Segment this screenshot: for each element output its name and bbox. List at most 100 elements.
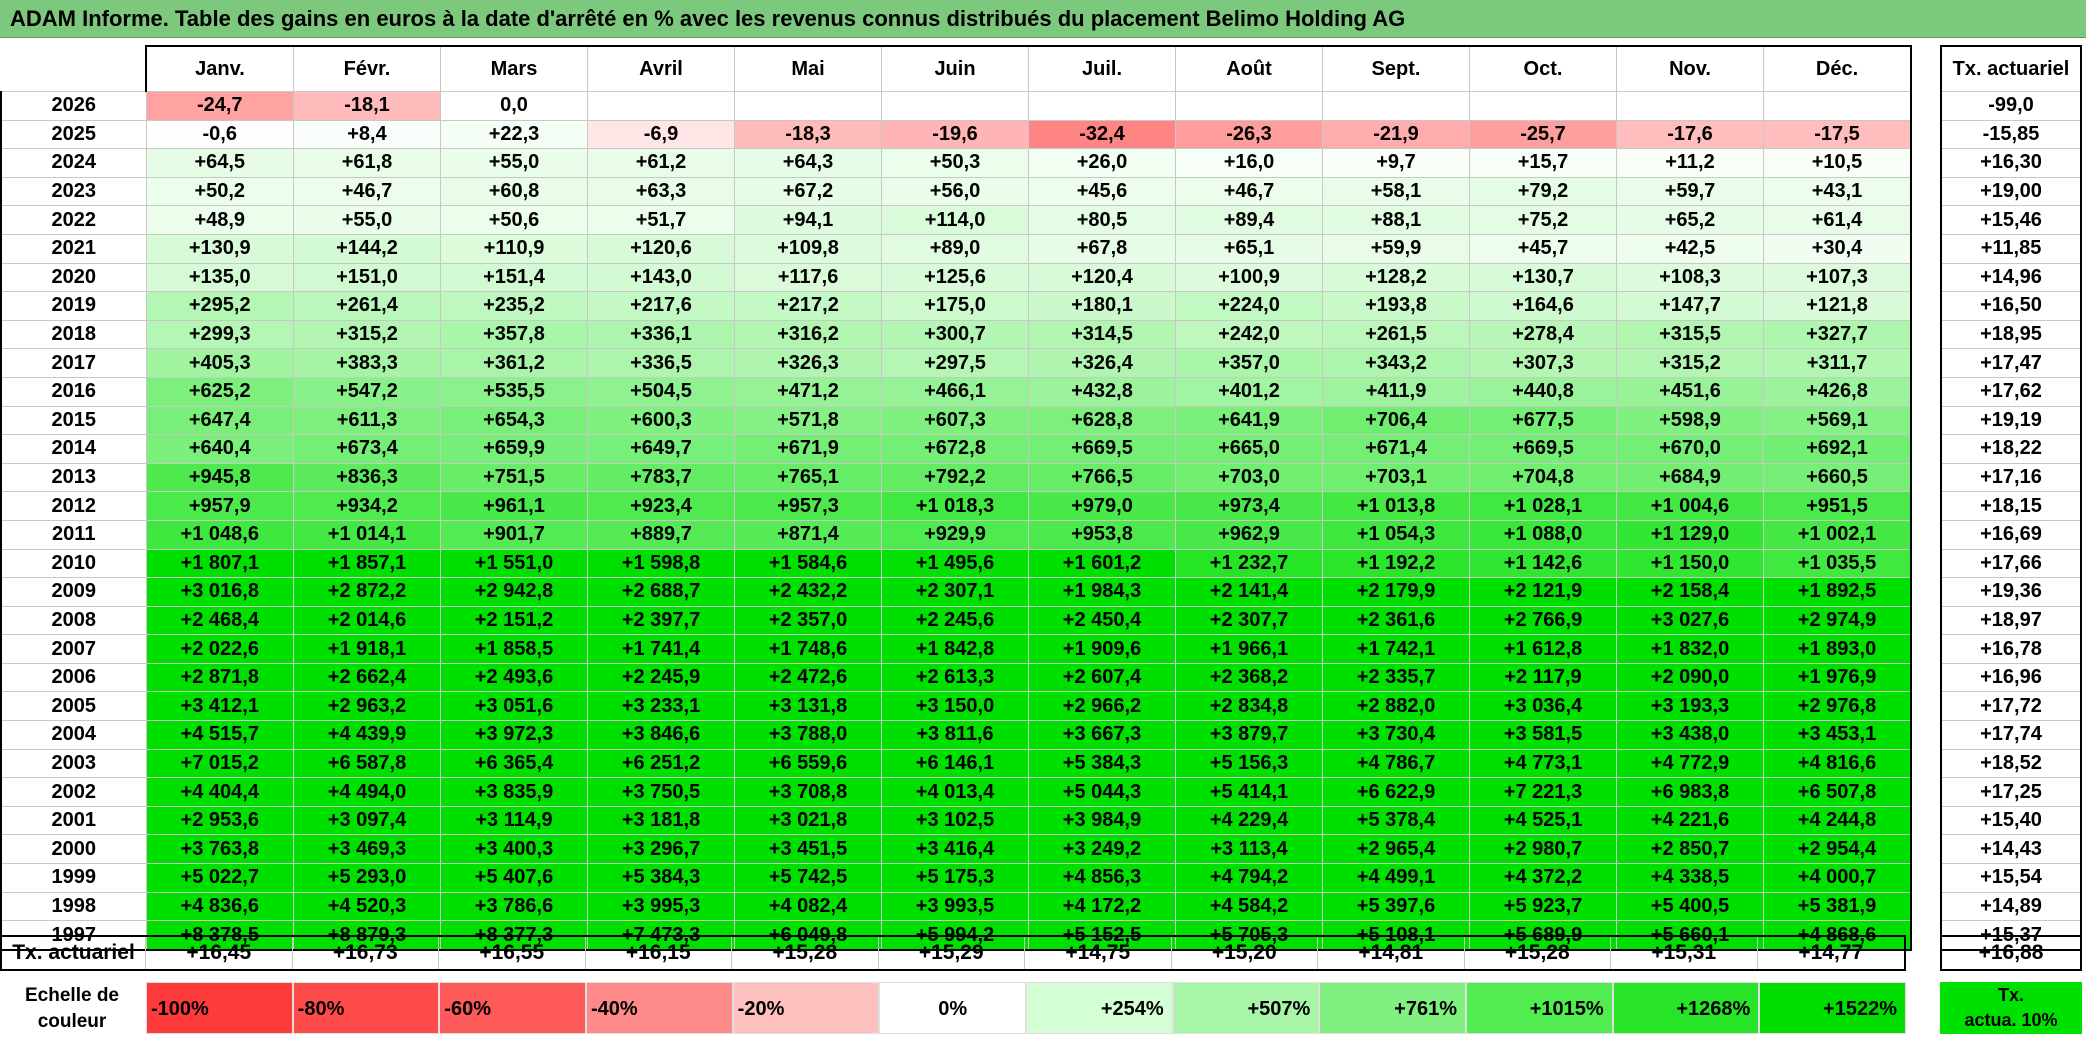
- color-scale-actu-line2: actua. 10%: [1964, 1010, 2058, 1030]
- summary-value: +14,75: [1025, 937, 1172, 969]
- gain-cell: +1 966,1: [1175, 634, 1323, 664]
- gain-cell: +1 598,8: [587, 548, 735, 579]
- gain-cell: [734, 91, 882, 121]
- actu-row: +18,95: [1940, 319, 2082, 350]
- actu-row: +17,72: [1940, 691, 2082, 722]
- gain-cell: +4 439,9: [293, 720, 441, 750]
- table-row: 2021 +130,9 +144,2 +110,9 +120,6 +109,8 +89,0 +…: [0, 233, 1912, 264]
- gain-cell: +295,2: [145, 291, 294, 321]
- gain-cell: +611,3: [293, 405, 441, 436]
- gain-cell: +357,8: [440, 319, 588, 350]
- gain-cell: +6 146,1: [881, 748, 1029, 779]
- actu-cell: +16,78: [1940, 634, 2082, 664]
- gain-cell: +2 022,6: [145, 634, 294, 664]
- year-label: 2022: [0, 205, 147, 235]
- gain-cell: +55,0: [293, 205, 441, 235]
- actu-row: +17,25: [1940, 777, 2082, 807]
- actu-row: +16,96: [1940, 662, 2082, 693]
- month-header: Avril: [587, 45, 735, 92]
- gain-cell: +22,3: [440, 119, 588, 150]
- gain-cell: +4 525,1: [1469, 805, 1617, 836]
- gain-cell: +2 307,1: [881, 577, 1029, 607]
- title-bar: ADAM Informe. Table des gains en euros à…: [0, 0, 2086, 38]
- actu-cell: +18,95: [1940, 319, 2082, 350]
- gain-cell: +3 233,1: [587, 691, 735, 722]
- gain-cell: +2 368,2: [1175, 662, 1323, 693]
- gain-cell: +125,6: [881, 262, 1029, 293]
- gain-cell: +278,4: [1469, 319, 1617, 350]
- gain-cell: +80,5: [1028, 205, 1176, 235]
- gain-cell: +6 251,2: [587, 748, 735, 779]
- actu-cell: +14,89: [1940, 891, 2082, 922]
- gain-cell: +297,5: [881, 348, 1029, 378]
- gain-cell: +46,7: [293, 176, 441, 207]
- gain-cell: +89,0: [881, 233, 1029, 264]
- gain-cell: +5 400,5: [1616, 891, 1764, 922]
- gain-cell: -6,9: [587, 119, 735, 150]
- gain-cell: +792,2: [881, 462, 1029, 493]
- gain-cell: +361,2: [440, 348, 588, 378]
- actu-cell: -99,0: [1940, 91, 2082, 121]
- actu-header: Tx. actuariel: [1940, 45, 2082, 92]
- color-scale-actu: Tx. actua. 10%: [1940, 982, 2082, 1034]
- gains-table: Janv. Févr. Mars Avril Mai Juin Juil. Août Sept.…: [0, 45, 1912, 951]
- color-scale-step: -60%: [439, 982, 586, 1034]
- gain-cell: +45,6: [1028, 176, 1176, 207]
- gain-cell: +2 966,2: [1028, 691, 1176, 722]
- gain-cell: +647,4: [145, 405, 294, 436]
- gain-cell: +3 667,3: [1028, 720, 1176, 750]
- gain-cell: +4 584,2: [1175, 891, 1323, 922]
- table-row: 2018 +299,3 +315,2 +357,8 +336,1 +316,2 +300,7…: [0, 319, 1912, 350]
- gain-cell: +3 469,3: [293, 834, 441, 865]
- gain-cell: +2 882,0: [1322, 691, 1470, 722]
- gain-cell: +110,9: [440, 233, 588, 264]
- gain-cell: +2 361,6: [1322, 605, 1470, 636]
- month-header: Juin: [881, 45, 1029, 92]
- gain-cell: +1 013,8: [1322, 491, 1470, 521]
- gain-cell: +2 158,4: [1616, 577, 1764, 607]
- gain-cell: +50,6: [440, 205, 588, 235]
- gain-cell: +2 397,7: [587, 605, 735, 636]
- gain-cell: +706,4: [1322, 405, 1470, 436]
- gain-cell: +65,2: [1616, 205, 1764, 235]
- gain-cell: +2 871,8: [145, 662, 294, 693]
- gain-cell: +3 021,8: [734, 805, 882, 836]
- gain-cell: +1 748,6: [734, 634, 882, 664]
- gain-cell: +164,6: [1469, 291, 1617, 321]
- gain-cell: +117,6: [734, 262, 882, 293]
- gain-cell: +46,7: [1175, 176, 1323, 207]
- gain-cell: +2 245,6: [881, 605, 1029, 636]
- gain-cell: +3 835,9: [440, 777, 588, 807]
- month-header: Sept.: [1322, 45, 1470, 92]
- month-header: Nov.: [1616, 45, 1764, 92]
- gain-cell: +4 494,0: [293, 777, 441, 807]
- gain-cell: +5 923,7: [1469, 891, 1617, 922]
- year-label: 2017: [0, 348, 147, 378]
- gain-cell: +109,8: [734, 233, 882, 264]
- table-row: 2026 -24,7 -18,1 0,0: [0, 91, 1912, 121]
- gain-cell: 0,0: [440, 91, 588, 121]
- gain-cell: +42,5: [1616, 233, 1764, 264]
- gain-cell: -25,7: [1469, 119, 1617, 150]
- gain-cell: +1 984,3: [1028, 577, 1176, 607]
- gain-cell: [1322, 91, 1470, 121]
- summary-actu: +16,88: [1940, 935, 2082, 971]
- gain-cell: +640,4: [145, 434, 294, 464]
- gain-cell: +11,2: [1616, 148, 1764, 178]
- gain-cell: +2 965,4: [1322, 834, 1470, 865]
- actu-cell: +18,52: [1940, 748, 2082, 779]
- table-row: 2015 +647,4 +611,3 +654,3 +600,3 +571,8 +607,3…: [0, 405, 1912, 436]
- gain-cell: +945,8: [145, 462, 294, 493]
- gain-cell: +1 035,5: [1763, 548, 1912, 579]
- gain-cell: +383,3: [293, 348, 441, 378]
- color-scale-actu-line1: Tx.: [1997, 985, 2024, 1005]
- actu-row: +18,97: [1940, 605, 2082, 636]
- actu-cell: +19,19: [1940, 405, 2082, 436]
- gain-cell: +79,2: [1469, 176, 1617, 207]
- actu-row: +18,15: [1940, 491, 2082, 521]
- actu-cell: +15,54: [1940, 863, 2082, 893]
- gain-cell: +3 296,7: [587, 834, 735, 865]
- table-row: 2002 +4 404,4 +4 494,0 +3 835,9 +3 750,5 +3 7…: [0, 777, 1912, 807]
- gain-cell: +4 786,7: [1322, 748, 1470, 779]
- gain-cell: +665,0: [1175, 434, 1323, 464]
